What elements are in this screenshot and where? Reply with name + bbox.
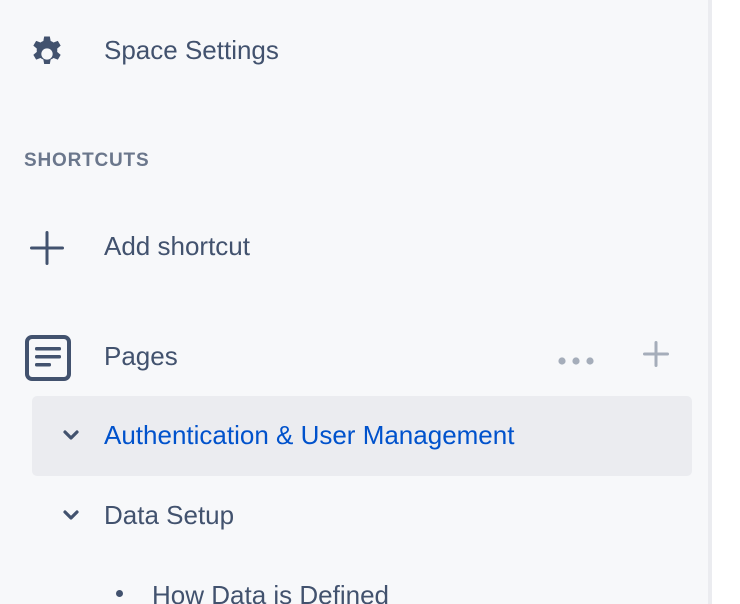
document-icon [22,332,74,384]
main-content-area [712,0,740,604]
page-tree-child-label: How Data is Defined [152,580,389,604]
plus-icon [26,227,68,269]
bullet-icon [116,590,123,597]
page-tree-item[interactable]: Data Setup [32,476,692,556]
space-sidebar: Space Settings SHORTCUTS Add shortcut Pa… [0,0,708,604]
add-shortcut-button[interactable]: Add shortcut [0,220,708,274]
page-tree-item[interactable]: Authentication & User Management [32,396,692,476]
page-tree-item-label: Data Setup [104,500,235,530]
space-settings-link[interactable]: Space Settings [0,24,708,78]
plus-icon [642,340,670,375]
page-tree-item-label: Authentication & User Management [104,420,515,450]
gear-icon [26,31,68,73]
pages-section-header[interactable]: Pages [0,330,708,384]
pages-label: Pages [104,341,178,371]
chevron-down-icon[interactable] [60,504,82,526]
more-horizontal-icon [556,342,596,373]
add-shortcut-label: Add shortcut [104,231,250,261]
pages-actions [550,340,682,374]
space-settings-label: Space Settings [104,35,279,65]
chevron-down-icon[interactable] [60,424,82,446]
page-tree-child-item[interactable]: How Data is Defined [0,566,708,604]
shortcuts-heading: SHORTCUTS [24,150,150,171]
add-page-button[interactable] [630,340,682,374]
pages-more-actions-button[interactable] [550,340,602,374]
